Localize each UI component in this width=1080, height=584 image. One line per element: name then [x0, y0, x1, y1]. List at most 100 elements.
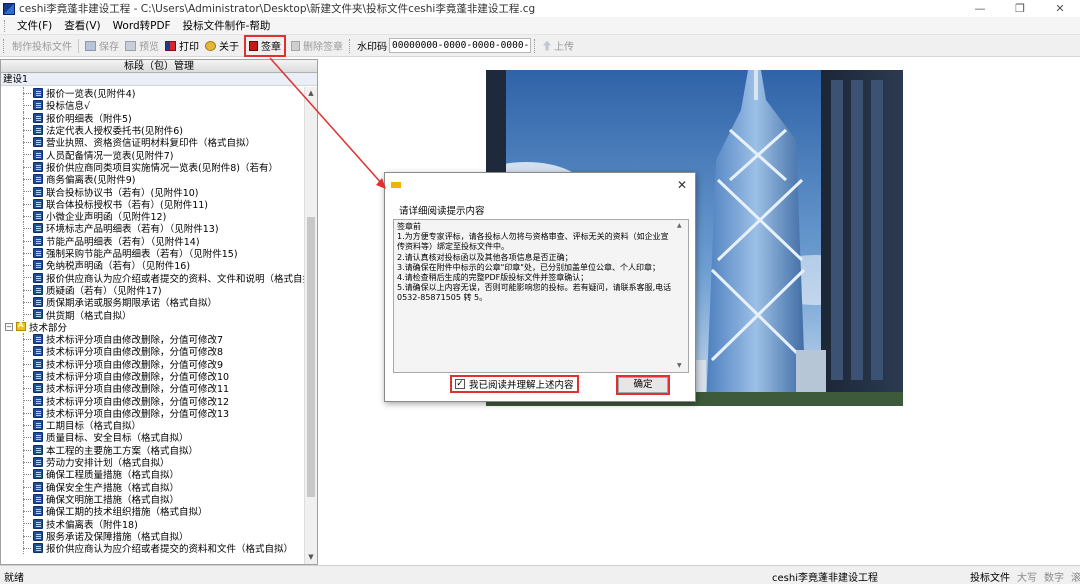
- upload-button[interactable]: 上传: [540, 37, 577, 55]
- ok-button[interactable]: 确定: [616, 375, 670, 395]
- dialog-prompt: 请详细阅读提示内容: [399, 206, 485, 217]
- agree-checkbox[interactable]: ✓: [455, 379, 465, 389]
- folder-icon: [16, 321, 26, 332]
- toolbar-grip[interactable]: [3, 38, 6, 53]
- tree-item[interactable]: 质保期承诺或服务期限承诺（格式自拟）: [1, 296, 305, 309]
- dialog-close-icon[interactable]: ✕: [677, 178, 687, 192]
- document-icon: [33, 530, 43, 541]
- scroll-up-arrow[interactable]: ▲: [305, 87, 317, 100]
- tree-item[interactable]: 报价供应商认为应介绍或者提交的资料、文件和说明（格式自拟）；: [1, 271, 305, 285]
- about-icon: [205, 40, 216, 51]
- tree-item[interactable]: 技术标评分项自由修改删除，分值可修改8: [1, 345, 305, 358]
- tree-item[interactable]: 商务偏离表(见附件9): [1, 173, 305, 186]
- notice-scrollbar[interactable]: ▲ ▼: [677, 221, 687, 371]
- tree-root[interactable]: 建设1: [1, 73, 317, 86]
- preview-label: 预览: [139, 42, 159, 53]
- section-tree-panel: 标段（包）管理 建设1 报价一览表(见附件4) 投标信息√ 报价明细表（附件5) 法定…: [0, 59, 318, 565]
- tree-item[interactable]: 服务承诺及保障措施（格式自拟）: [1, 529, 305, 543]
- maximize-button[interactable]: ❐: [1000, 0, 1040, 17]
- stamp-icon: [249, 40, 258, 51]
- tree-item[interactable]: 技术标评分项自由修改删除，分值可修改11: [1, 382, 305, 395]
- tree-item[interactable]: 劳动力安排计划（格式自拟）: [1, 455, 305, 469]
- menu-help[interactable]: 投标文件制作-帮助: [177, 17, 277, 35]
- tree-item[interactable]: 技术标评分项自由修改删除，分值可修改9: [1, 357, 305, 371]
- tree-item[interactable]: 技术标评分项自由修改删除，分值可修改12: [1, 394, 305, 408]
- toolbar-grip-3[interactable]: [534, 38, 537, 53]
- menu-file[interactable]: 文件(F): [11, 17, 58, 35]
- tree-item[interactable]: 强制采购节能产品明细表（若有）（见附件15): [1, 246, 305, 260]
- tree-item[interactable]: 报价供应商认为应介绍或者提交的资料和文件（格式自拟）: [1, 541, 305, 555]
- tree-view: 报价一览表(见附件4) 投标信息√ 报价明细表（附件5) 法定代表人授权委托书(见附件…: [1, 87, 305, 564]
- document-icon: [33, 223, 43, 234]
- document-icon: [33, 346, 43, 357]
- tree-item[interactable]: 本工程的主要施工方案（格式自拟）: [1, 443, 305, 457]
- notice-textbox[interactable]: 签章前 1.为方便专家评标，请各投标人勿将与资格审查、评标无关的资料（如企业宣传…: [393, 219, 689, 373]
- title-bar: ceshi李竟蓬非建设工程 - C:\Users\Administrator\D…: [0, 0, 1080, 17]
- toolbar-grip-2[interactable]: [349, 38, 352, 53]
- scroll-thumb[interactable]: [307, 217, 315, 497]
- tree-item[interactable]: 确保工期的技术组织措施（格式自拟）: [1, 505, 305, 518]
- tree-item[interactable]: 节能产品明细表（若有）（见附件14): [1, 234, 305, 248]
- tree-item[interactable]: 技术标评分项自由修改删除，分值可修改13: [1, 406, 305, 420]
- document-icon: [33, 444, 43, 455]
- tree-item[interactable]: 法定代表人授权委托书(见附件6): [1, 123, 305, 137]
- scroll-down-arrow[interactable]: ▼: [305, 551, 317, 564]
- document-icon: [33, 186, 43, 197]
- menu-grip[interactable]: [4, 19, 7, 32]
- document-icon: [33, 125, 43, 136]
- tree-item[interactable]: 确保安全生产措施（格式自拟）: [1, 480, 305, 494]
- document-icon: [33, 358, 43, 369]
- tree-connector: [23, 498, 31, 500]
- sign-button[interactable]: 签章: [244, 34, 286, 57]
- agree-checkbox-row[interactable]: ✓ 我已阅读并理解上述内容: [450, 375, 579, 393]
- tree-item[interactable]: 质量目标、安全目标（格式自拟）: [1, 431, 305, 444]
- tree-item[interactable]: 供货期（格式自拟）: [1, 308, 305, 322]
- chevron-up-icon[interactable]: ▲: [677, 221, 682, 231]
- tree-item[interactable]: 联合投标协议书（若有）(见附件10): [1, 185, 305, 199]
- tree-item[interactable]: 报价一览表(见附件4): [1, 87, 305, 100]
- tree-item[interactable]: 报价明细表（附件5): [1, 111, 305, 125]
- tree-item[interactable]: 小微企业声明函（见附件12): [1, 209, 305, 223]
- minimize-button[interactable]: —: [960, 0, 1000, 17]
- tree-connector: [23, 166, 31, 168]
- tree-item[interactable]: 人员配备情况一览表(见附件7): [1, 148, 305, 162]
- document-icon: [33, 457, 43, 468]
- save-button[interactable]: 保存: [82, 37, 122, 55]
- tree-item[interactable]: 营业执照、资格资信证明材料复印件（格式自拟）: [1, 136, 305, 149]
- tree-item[interactable]: 技术偏离表（附件18): [1, 517, 305, 531]
- print-button[interactable]: 打印: [162, 37, 202, 55]
- tree-item[interactable]: 确保文明施工措施（格式自拟）: [1, 492, 305, 506]
- document-icon: [33, 493, 43, 504]
- tree-scrollbar[interactable]: ▲ ▼: [304, 87, 317, 564]
- status-num: 数字: [1044, 573, 1064, 584]
- tree-item[interactable]: 技术标评分项自由修改删除，分值可修改7: [1, 332, 305, 346]
- collapse-icon[interactable]: −: [5, 322, 13, 331]
- toolbar-separator: [78, 38, 79, 53]
- document-icon: [33, 420, 43, 431]
- tree-connector: [23, 302, 31, 304]
- menu-word-to-pdf[interactable]: Word转PDF: [107, 17, 177, 35]
- chevron-down-icon[interactable]: ▼: [677, 361, 682, 371]
- about-button[interactable]: 关于: [202, 37, 242, 55]
- preview-button[interactable]: 预览: [122, 37, 162, 55]
- delete-sign-button[interactable]: 删除签章: [288, 37, 346, 55]
- tree-item[interactable]: 免纳税声明函（若有）（见附件16): [1, 259, 305, 272]
- tree-item[interactable]: 投标信息√: [1, 99, 305, 112]
- tree-item[interactable]: 技术标评分项自由修改删除，分值可修改10: [1, 369, 305, 383]
- tree-connector: [23, 338, 31, 340]
- tree-connector: [23, 412, 31, 414]
- watermark-input[interactable]: [389, 38, 531, 53]
- tree-item[interactable]: 确保工程质量措施（格式自拟）: [1, 468, 305, 481]
- tree-item[interactable]: 环境标志产品明细表（若有）（见附件13): [1, 222, 305, 235]
- tree-item[interactable]: 工期目标（格式自拟）: [1, 419, 305, 432]
- status-project-name: ceshi李竟蓬非建设工程: [772, 573, 878, 584]
- tree-item[interactable]: 联合体投标授权书（若有）(见附件11): [1, 197, 305, 211]
- tree-item[interactable]: 质疑函（若有）（见附件17): [1, 283, 305, 297]
- close-button[interactable]: ✕: [1040, 0, 1080, 17]
- tree-section-technical[interactable]: −技术部分: [1, 321, 305, 334]
- make-bid-button[interactable]: 制作投标文件: [9, 37, 75, 55]
- tree-item[interactable]: 报价供应商同类项目实施情况一览表(见附件8)（若有）: [1, 160, 305, 174]
- menu-view[interactable]: 查看(V): [58, 17, 106, 35]
- document-icon: [33, 174, 43, 185]
- tree-item-label: 供货期（格式自拟）: [46, 310, 132, 322]
